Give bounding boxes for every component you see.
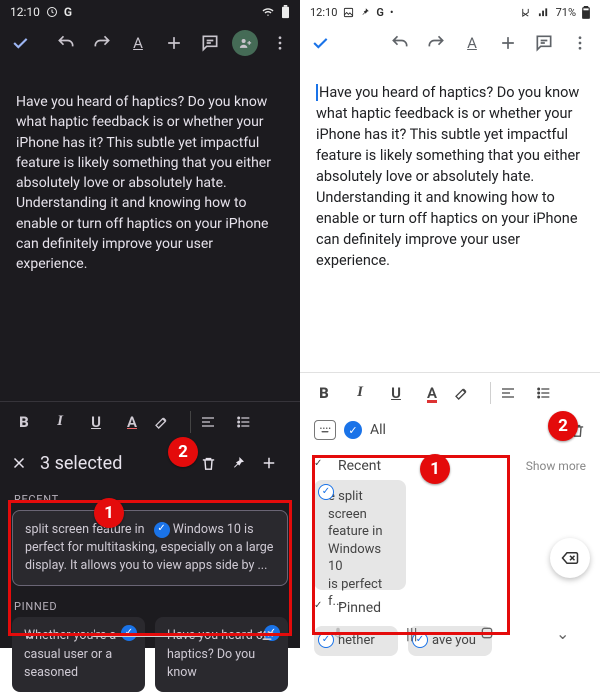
bold-button[interactable]: B xyxy=(310,384,338,402)
pane-light: 12:10 G • 71% A Have you heard of haptic… xyxy=(300,0,600,648)
list-button[interactable] xyxy=(535,385,563,401)
collapse-button[interactable]: ⌄ xyxy=(24,627,36,643)
nav-bar: ||| ⌄ xyxy=(300,620,600,646)
clipboard-item[interactable]: ✓ e split screen feature in Windows 10 i… xyxy=(314,480,406,590)
keyboard-toggle-button[interactable] xyxy=(258,628,276,642)
undo-button[interactable] xyxy=(52,29,80,57)
clipboard-sheet: ✓ All ✓ Recent Show more ✓ e split scree… xyxy=(300,412,600,620)
wifi-icon xyxy=(261,6,275,18)
add-button[interactable] xyxy=(160,29,188,57)
document-text: Have you heard of haptics? Do you know w… xyxy=(16,94,271,272)
annotation-badge-1-left: 1 xyxy=(94,498,124,528)
clipboard-sections: RECENT split screen feature in ✓ Windows… xyxy=(0,485,300,692)
highlight-button[interactable] xyxy=(454,385,482,401)
text-caret xyxy=(316,84,318,101)
status-bar: 12:10 G • 71% xyxy=(300,0,600,22)
undo-button[interactable] xyxy=(386,29,414,57)
clipboard-item-text-lead: split screen feature in xyxy=(25,522,145,537)
comment-button[interactable] xyxy=(530,29,558,57)
show-more-link[interactable]: Show more xyxy=(526,459,586,473)
status-time: 12:10 xyxy=(310,6,337,19)
select-all-checkbox[interactable]: ✓ xyxy=(344,421,362,439)
home-button[interactable] xyxy=(479,625,495,641)
align-button[interactable] xyxy=(499,385,527,401)
recent-section-label: Recent xyxy=(338,458,381,474)
nav-bar: ⌄ xyxy=(0,626,300,644)
recent-section-row: ✓ Recent Show more xyxy=(314,452,586,480)
pin-status-icon xyxy=(360,7,370,17)
list-button[interactable] xyxy=(235,414,263,430)
chip-line: screen xyxy=(328,506,396,524)
chip-line: e split xyxy=(328,488,396,506)
underline-button[interactable]: U xyxy=(82,413,110,431)
align-button[interactable] xyxy=(199,414,227,430)
italic-button[interactable]: I xyxy=(346,384,374,401)
status-time: 12:10 xyxy=(10,5,40,19)
pane-dark: 12:10 G A xyxy=(0,0,300,648)
check-icon: ✓ xyxy=(318,484,334,500)
redo-button[interactable] xyxy=(422,29,450,57)
recent-section-label: RECENT xyxy=(0,485,300,510)
google-g-icon: G xyxy=(64,5,72,19)
format-bar: B I U A xyxy=(300,372,600,412)
select-all-label: All xyxy=(370,422,386,438)
battery-icon xyxy=(281,5,290,19)
italic-button[interactable]: I xyxy=(46,413,74,430)
mic-button[interactable] xyxy=(331,624,345,642)
underline-button[interactable]: U xyxy=(382,384,410,402)
text-format-button[interactable]: A xyxy=(124,29,152,57)
bold-button[interactable]: B xyxy=(10,413,38,431)
chip-line: feature in xyxy=(328,523,396,541)
add-button[interactable] xyxy=(494,29,522,57)
nfc-icon xyxy=(520,7,531,18)
backspace-fab[interactable] xyxy=(550,538,590,578)
close-selection-button[interactable] xyxy=(10,454,34,472)
back-button[interactable]: ⌄ xyxy=(556,624,569,643)
google-g-icon: G xyxy=(376,6,384,19)
comment-button[interactable] xyxy=(196,29,224,57)
annotation-badge-2-right: 2 xyxy=(548,411,578,441)
chip-line: Windows 10 xyxy=(328,541,396,576)
delete-selection-button[interactable] xyxy=(200,455,230,472)
status-bar: 12:10 G xyxy=(0,0,300,22)
battery-percent: 71% xyxy=(556,6,576,19)
recents-button[interactable]: ||| xyxy=(406,624,418,643)
document-body[interactable]: Have you heard of haptics? Do you know w… xyxy=(0,64,300,275)
add-selection-button[interactable] xyxy=(260,454,290,472)
check-icon: ✓ xyxy=(154,522,170,538)
highlight-button[interactable] xyxy=(154,414,182,430)
done-check-button[interactable] xyxy=(6,29,34,57)
clock-icon xyxy=(46,6,58,18)
share-avatar-button[interactable] xyxy=(232,30,258,56)
image-icon xyxy=(343,7,354,18)
annotation-badge-1-right: 1 xyxy=(420,454,450,484)
divider xyxy=(190,411,191,433)
format-bar: B I U A xyxy=(0,401,300,441)
pinned-section-label: PINNED xyxy=(0,592,300,617)
dot-icon: • xyxy=(390,6,394,19)
recent-section-checkbox[interactable]: ✓ xyxy=(314,458,330,474)
more-button[interactable] xyxy=(266,29,294,57)
document-body[interactable]: Have you heard of haptics? Do you know w… xyxy=(300,64,600,271)
redo-button[interactable] xyxy=(88,29,116,57)
selection-header: 3 selected xyxy=(0,441,300,485)
annotation-badge-2-left: 2 xyxy=(168,437,198,467)
battery-icon xyxy=(582,6,590,19)
editor-toolbar: A xyxy=(0,22,300,64)
text-format-button[interactable]: A xyxy=(458,29,486,57)
signal-icon xyxy=(537,7,550,18)
done-check-button[interactable] xyxy=(306,29,334,57)
divider xyxy=(490,382,491,404)
pin-selection-button[interactable] xyxy=(230,455,260,471)
document-text: Have you heard of haptics? Do you know w… xyxy=(316,84,580,269)
home-pill[interactable] xyxy=(92,633,202,637)
editor-toolbar: A xyxy=(300,22,600,64)
keyboard-settings-icon[interactable] xyxy=(314,420,336,440)
text-color-button[interactable]: A xyxy=(418,384,446,402)
clipboard-item[interactable]: split screen feature in ✓ Windows 10 is … xyxy=(12,510,288,586)
more-button[interactable] xyxy=(566,29,594,57)
text-color-button[interactable]: A xyxy=(118,413,146,431)
chip-line: is perfect f... xyxy=(328,576,396,611)
